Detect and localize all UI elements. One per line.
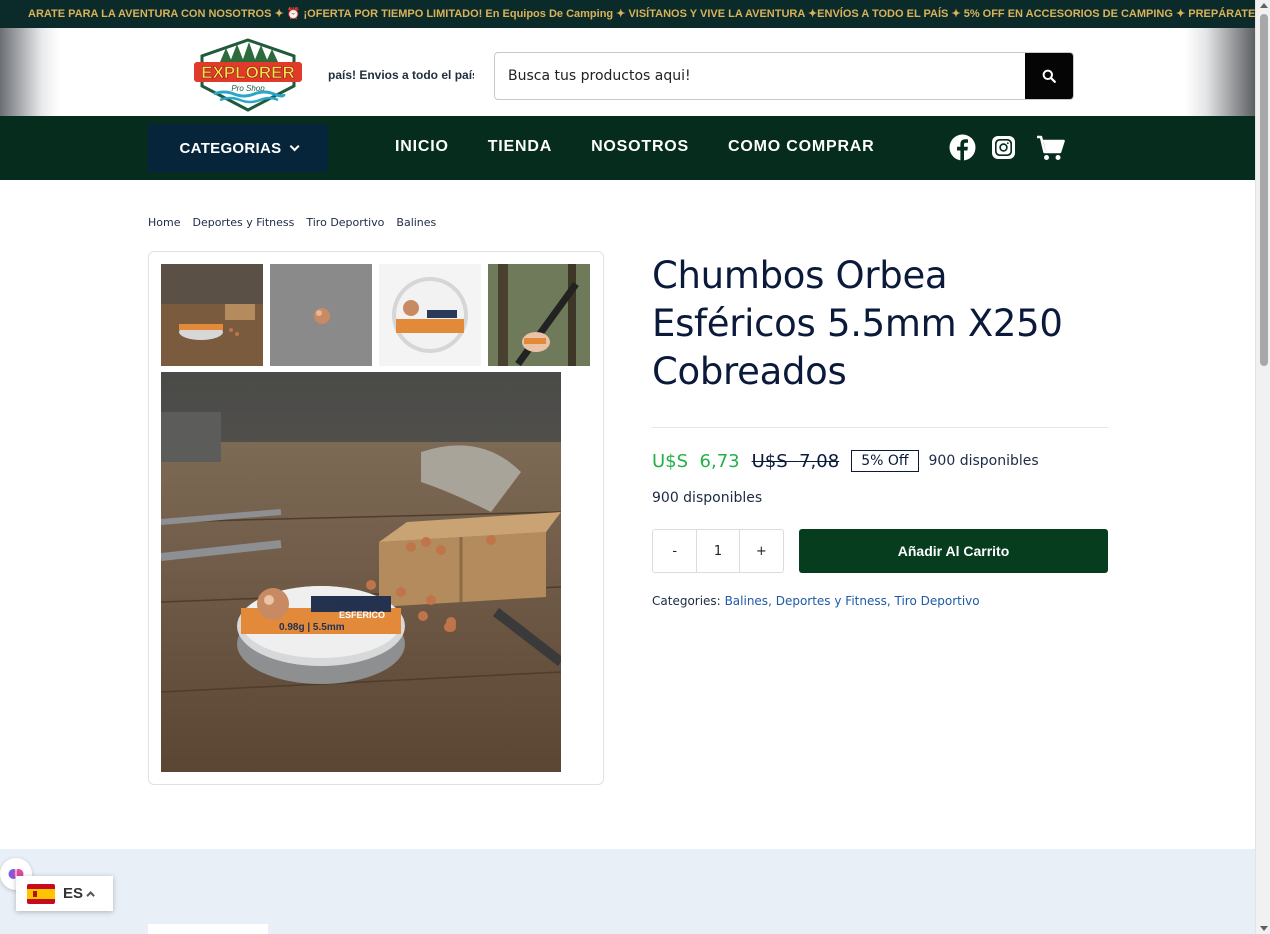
main-nav: CATEGORIAS INICIO TIENDA NOSOTROS COMO C… <box>0 116 1255 180</box>
product-categories: Categories: Balines, Deportes y Fitness,… <box>652 594 980 608</box>
tin-count-label: 250 <box>336 597 356 611</box>
stock-status: 900 disponibles <box>652 490 763 506</box>
chevron-down-icon <box>290 140 301 151</box>
tin-type-label: ESFERICO <box>339 610 385 620</box>
qty-input[interactable]: 1 <box>696 530 740 572</box>
gallery-main-image[interactable]: 250 ESFERICO 0.98g | 5.5mm <box>161 372 561 772</box>
instagram-link[interactable] <box>991 135 1016 164</box>
gallery-thumb-4[interactable] <box>488 264 590 366</box>
scroll-up-arrow-icon[interactable] <box>1260 3 1268 8</box>
header-slogan: país! Envios a todo el país <box>328 68 474 82</box>
search-bar[interactable]: Busca tus productos aqui! <box>494 52 1074 100</box>
breadcrumb-balines[interactable]: Balines <box>396 216 436 229</box>
title-divider <box>652 427 1108 428</box>
qty-minus-button[interactable]: - <box>653 530 696 572</box>
search-input[interactable]: Busca tus productos aqui! <box>508 68 691 84</box>
tin-spec-label: 0.98g | 5.5mm <box>279 622 345 633</box>
logo-wordmark: EXPLORER <box>201 63 295 82</box>
logo-icon: EXPLORER Pro Shop <box>194 38 302 112</box>
product-gallery: 250 ESFERICO 0.98g | 5.5mm <box>148 251 604 785</box>
search-button[interactable] <box>1025 53 1073 99</box>
current-price: U$S 6,73 <box>652 451 740 472</box>
header-shade-right <box>1185 28 1255 116</box>
product-image-thumb-table <box>161 264 263 366</box>
categories-prefix: Categories: <box>652 594 721 608</box>
nav-item-como-comprar[interactable]: COMO COMPRAR <box>728 138 874 156</box>
cart-icon <box>1037 135 1065 160</box>
category-separator: , <box>768 594 776 608</box>
gallery-thumb-3[interactable] <box>379 264 481 366</box>
qty-plus-button[interactable]: + <box>740 530 783 572</box>
categories-label: CATEGORIAS <box>179 139 282 157</box>
discount-badge: 5% Off <box>851 450 919 472</box>
nav-item-tienda[interactable]: TIENDA <box>488 138 552 156</box>
category-link-balines[interactable]: Balines <box>725 594 769 608</box>
page: ARATE PARA LA AVENTURA CON NOSOTROS ✦ ⏰ … <box>0 0 1270 934</box>
stock-inline: 900 disponibles <box>928 453 1039 469</box>
original-price-value: 7,08 <box>799 450 840 472</box>
quantity-stepper: - 1 + <box>652 529 784 573</box>
facebook-link[interactable] <box>949 134 976 165</box>
categories-dropdown[interactable]: CATEGORIAS <box>148 124 328 172</box>
breadcrumb-home[interactable]: Home <box>148 216 180 229</box>
page-scrollbar[interactable] <box>1255 0 1270 934</box>
description-tab[interactable] <box>148 924 268 934</box>
instagram-icon <box>992 136 1015 159</box>
product-image-thumb-tin <box>379 264 481 366</box>
nav-item-inicio[interactable]: INICIO <box>395 138 449 156</box>
site-header: EXPLORER Pro Shop país! Envios a todo el… <box>0 28 1255 116</box>
breadcrumb: Home Deportes y Fitness Tiro Deportivo B… <box>148 216 436 229</box>
language-code: ES <box>63 885 84 902</box>
scrollbar-thumb[interactable] <box>1260 14 1268 366</box>
original-price-currency: U$S <box>751 450 788 472</box>
nav-menu: INICIO TIENDA NOSOTROS COMO COMPRAR <box>395 138 875 156</box>
product-title: Chumbos Orbea Esféricos 5.5mm X250 Cobre… <box>652 254 1063 393</box>
chevron-up-icon <box>86 890 95 900</box>
search-icon <box>1042 69 1056 83</box>
site-logo[interactable]: EXPLORER Pro Shop <box>190 38 306 112</box>
category-link-deportes-fitness[interactable]: Deportes y Fitness <box>776 594 887 608</box>
category-link-tiro-deportivo[interactable]: Tiro Deportivo <box>895 594 980 608</box>
category-separator: , <box>886 594 895 608</box>
cart-link[interactable] <box>1036 135 1065 165</box>
add-to-cart-button[interactable]: Añadir Al Carrito <box>799 529 1108 573</box>
price-row: U$S 6,73 U$S 7,08 5% Off 900 disponibles <box>652 448 1039 474</box>
announcement-text: ARATE PARA LA AVENTURA CON NOSOTROS ✦ ⏰ … <box>28 8 1255 20</box>
current-price-currency: U$S <box>652 450 689 472</box>
gallery-thumb-2[interactable] <box>270 264 372 366</box>
product-image-thumb-outdoor <box>488 264 590 366</box>
product-image-main: 250 ESFERICO 0.98g | 5.5mm <box>161 372 561 772</box>
breadcrumb-deportes-fitness[interactable]: Deportes y Fitness <box>192 216 294 229</box>
current-price-value: 6,73 <box>699 450 740 472</box>
breadcrumb-tiro-deportivo[interactable]: Tiro Deportivo <box>306 216 384 229</box>
nav-item-nosotros[interactable]: NOSOTROS <box>591 138 689 156</box>
announcement-bar: ARATE PARA LA AVENTURA CON NOSOTROS ✦ ⏰ … <box>0 0 1255 28</box>
language-switcher[interactable]: ES <box>16 876 113 911</box>
original-price: U$S 7,08 <box>752 451 840 472</box>
product-image-thumb-ball <box>270 264 372 366</box>
header-shade-left <box>0 28 60 116</box>
scroll-down-arrow-icon[interactable] <box>1260 926 1268 931</box>
gallery-thumb-1[interactable] <box>161 264 263 366</box>
description-section <box>0 849 1255 934</box>
spain-flag-icon <box>27 883 55 904</box>
facebook-icon <box>949 134 976 161</box>
